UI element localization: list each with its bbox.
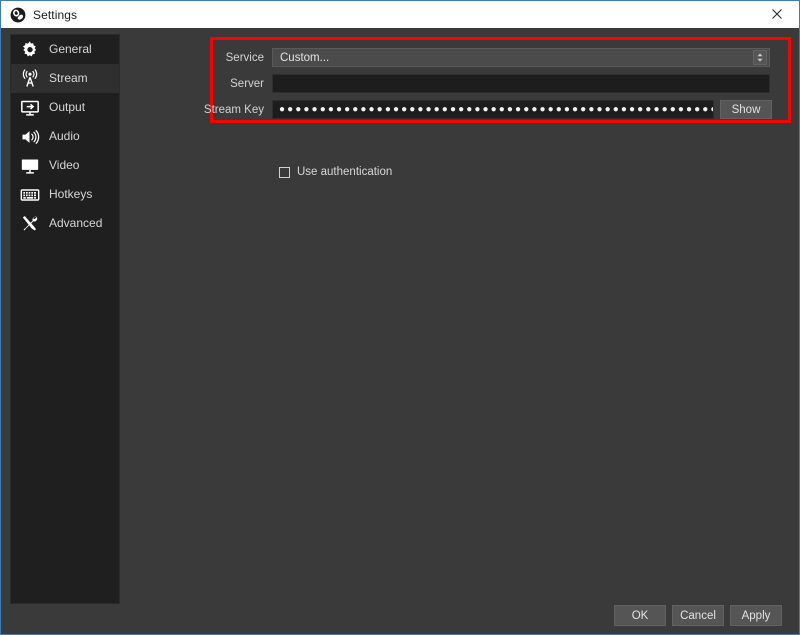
close-icon[interactable] [755,1,799,27]
use-authentication-row[interactable]: Use authentication [279,166,392,178]
title-bar: Settings [1,1,799,29]
gear-icon [17,39,43,61]
show-stream-key-button[interactable]: Show [720,100,772,119]
sidebar-item-stream[interactable]: Stream [11,64,119,93]
sidebar-item-label: Advanced [49,216,103,230]
sidebar-item-label: Video [49,158,80,172]
up-down-chevron-icon[interactable] [753,50,767,65]
service-value: Custom... [280,51,330,64]
ok-button[interactable]: OK [614,605,666,626]
service-row: Service Custom... [127,48,770,67]
sidebar-item-output[interactable]: Output [11,93,119,122]
sidebar-item-label: Audio [49,129,80,143]
dialog-body: General Stream Output Audio Video Hotkey… [1,28,799,634]
obs-logo-icon [10,7,26,23]
stream-key-masked-value: ●●●●●●●●●●●●●●●●●●●●●●●●●●●●●●●●●●●●●●●●… [279,104,713,115]
apply-button[interactable]: Apply [730,605,782,626]
service-select[interactable]: Custom... [272,48,770,67]
stream-key-row: Stream Key ●●●●●●●●●●●●●●●●●●●●●●●●●●●●●… [127,100,772,119]
monitor-arrow-icon [17,97,43,119]
settings-window: Settings General Stream Output Audio Vid… [0,0,800,635]
monitor-icon [17,155,43,177]
use-authentication-checkbox[interactable] [279,166,290,178]
settings-sidebar: General Stream Output Audio Video Hotkey… [10,34,120,604]
sidebar-item-label: Output [49,100,86,114]
use-authentication-label: Use authentication [297,166,393,178]
sidebar-item-hotkeys[interactable]: Hotkeys [11,180,119,209]
server-row: Server [127,74,770,93]
speaker-icon [17,126,43,148]
sidebar-item-label: Hotkeys [49,187,93,201]
wrench-screwdriver-icon [17,213,43,235]
server-input[interactable] [272,74,770,93]
sidebar-item-advanced[interactable]: Advanced [11,209,119,238]
service-label: Service [225,51,264,64]
cancel-button[interactable]: Cancel [672,605,724,626]
keyboard-icon [17,184,43,206]
dialog-button-bar: OK Cancel Apply [614,605,782,626]
broadcast-tower-icon [17,68,43,90]
stream-settings-panel: Service Custom... Server Stream Key ●●●●… [127,28,799,634]
sidebar-item-label: General [49,42,92,56]
sidebar-item-label: Stream [49,71,88,85]
sidebar-item-general[interactable]: General [11,35,119,64]
server-label: Server [230,77,264,90]
sidebar-item-audio[interactable]: Audio [11,122,119,151]
stream-key-input[interactable]: ●●●●●●●●●●●●●●●●●●●●●●●●●●●●●●●●●●●●●●●●… [272,100,714,119]
sidebar-item-video[interactable]: Video [11,151,119,180]
stream-key-label: Stream Key [203,103,264,116]
window-title: Settings [33,7,78,22]
